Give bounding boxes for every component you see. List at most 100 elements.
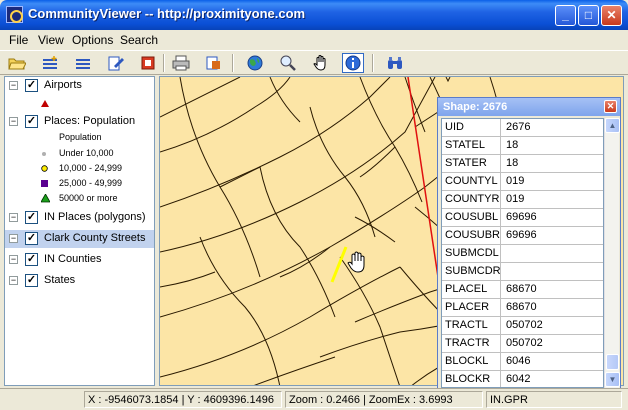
attribute-value: 68670 [506,283,537,295]
population-class-label: 25,000 - 49,999 [59,178,123,188]
hand-cursor-icon [347,251,365,273]
menu-file[interactable]: File [9,33,28,47]
attribute-row[interactable]: UID 2676 [442,119,603,137]
stop-icon[interactable] [137,53,159,73]
attribute-value: 6042 [506,373,531,385]
scroll-up-icon[interactable]: ▲ [605,118,620,133]
attribute-row[interactable]: PLACEL 68670 [442,281,603,299]
layer-checkbox[interactable]: ✓ [25,79,38,92]
attribute-row[interactable]: COUSUBR 69696 [442,227,603,245]
scroll-thumb[interactable] [606,354,619,370]
attribute-key: COUNTYR [442,191,501,208]
minimize-button[interactable]: _ [555,5,576,26]
attribute-row[interactable]: STATER 18 [442,155,603,173]
attribute-row[interactable]: COUNTYL 019 [442,173,603,191]
attribute-value: 69696 [506,211,537,223]
edit-icon[interactable] [105,53,127,73]
collapse-toggle[interactable]: − [9,213,18,222]
layer-legend-panel: − ✓ Airports − ✓ Places: Population Popu… [4,76,155,386]
open-icon[interactable] [6,53,28,73]
attribute-value: 18 [506,139,519,151]
menu-options[interactable]: Options [72,33,113,47]
attribute-row[interactable]: COUNTYR 019 [442,191,603,209]
purple-square-icon [41,180,48,187]
layer-checkbox[interactable]: ✓ [25,274,38,287]
layer-checkbox[interactable]: ✓ [25,211,38,224]
attribute-key: STATER [442,155,501,172]
population-class-row: 10,000 - 24,999 [5,162,154,177]
layer-row-clark-county-streets[interactable]: − ✓ Clark County Streets [5,230,154,248]
attribute-row[interactable]: BLOCKL 6046 [442,353,603,371]
attribute-key: TRACTR [442,335,501,352]
layer-checkbox[interactable]: ✓ [25,115,38,128]
airport-symbol-row [5,96,154,111]
collapse-toggle[interactable]: − [9,255,18,264]
window-title: CommunityViewer -- http://proximityone.c… [28,6,306,21]
layer-row-airports[interactable]: − ✓ Airports [5,77,154,95]
gray-dot-icon [42,152,46,156]
title-bar: CommunityViewer -- http://proximityone.c… [0,0,628,30]
attribute-key: SUBMCDR [442,263,501,280]
attribute-key: BLOCKL [442,353,501,370]
menu-search[interactable]: Search [120,33,158,47]
export-icon[interactable] [202,53,224,73]
close-button[interactable]: ✕ [601,5,622,26]
project-file-label: IN.GPR [486,391,622,408]
coordinates-readout: X : -9546073.1854 | Y : 4609396.1496 [84,391,282,408]
print-icon[interactable] [170,53,192,73]
attribute-value: 6046 [506,355,531,367]
layer-row-in-places[interactable]: − ✓ IN Places (polygons) [5,209,154,227]
close-icon[interactable]: ✕ [604,100,617,113]
attribute-row[interactable]: TRACTL 050702 [442,317,603,335]
layer-checkbox[interactable]: ✓ [25,232,38,245]
layer-label: Clark County Streets [44,232,146,244]
maximize-button[interactable]: □ [578,5,599,26]
layer-label: IN Places (polygons) [44,211,146,223]
attribute-key: PLACER [442,299,501,316]
attribute-row[interactable]: TRACTR 050702 [442,335,603,353]
attribute-row[interactable]: BLOCKR 6042 [442,371,603,387]
collapse-toggle[interactable]: − [9,81,18,90]
attribute-key: COUNTYL [442,173,501,190]
app-icon [6,6,23,23]
grid-scrollbar[interactable]: ▲ ▼ [604,118,620,388]
attribute-value: 050702 [506,337,543,349]
attribute-key: COUSUBL [442,209,501,226]
population-class-label: 10,000 - 24,999 [59,163,123,173]
shape-window-titlebar[interactable]: Shape: 2676 ✕ [438,98,620,116]
attribute-value [502,263,602,280]
attribute-key: TRACTL [442,317,501,334]
menu-bar: File View Options Search [0,30,628,50]
attribute-key: PLACEL [442,281,501,298]
layer-row-places-population[interactable]: − ✓ Places: Population [5,113,154,131]
zoom-icon[interactable] [277,53,299,73]
attribute-row[interactable]: PLACER 68670 [442,299,603,317]
attribute-key: UID [442,119,501,136]
attribute-row[interactable]: SUBMCDR [442,263,603,281]
airport-triangle-icon [41,100,49,107]
collapse-toggle[interactable]: − [9,117,18,126]
globe-icon[interactable] [244,53,266,73]
menu-view[interactable]: View [38,33,64,47]
attribute-row[interactable]: COUSUBL 69696 [442,209,603,227]
layer-row-states[interactable]: − ✓ States [5,272,154,290]
toolbar [0,50,628,75]
find-binoculars-icon[interactable] [384,53,406,73]
layer-row-in-counties[interactable]: − ✓ IN Counties [5,251,154,269]
pan-hand-icon[interactable] [310,53,332,73]
collapse-toggle[interactable]: − [9,234,18,243]
collapse-toggle[interactable]: − [9,276,18,285]
attribute-row[interactable]: SUBMCDL [442,245,603,263]
scroll-down-icon[interactable]: ▼ [605,372,620,387]
layers-add-icon[interactable] [39,53,61,73]
attribute-row[interactable]: STATEL 18 [442,137,603,155]
status-bar: X : -9546073.1854 | Y : 4609396.1496 Zoo… [0,388,628,410]
attribute-key: COUSUBR [442,227,501,244]
layers-list-icon[interactable] [72,53,94,73]
attribute-value: 050702 [506,319,543,331]
layer-label: Places: Population [44,115,136,127]
attribute-grid: UID 2676 STATEL 18 STATER 18 COUNTYL 019 COUNTYR… [441,118,604,388]
layer-checkbox[interactable]: ✓ [25,253,38,266]
info-icon[interactable] [342,53,364,73]
attribute-key: STATEL [442,137,501,154]
